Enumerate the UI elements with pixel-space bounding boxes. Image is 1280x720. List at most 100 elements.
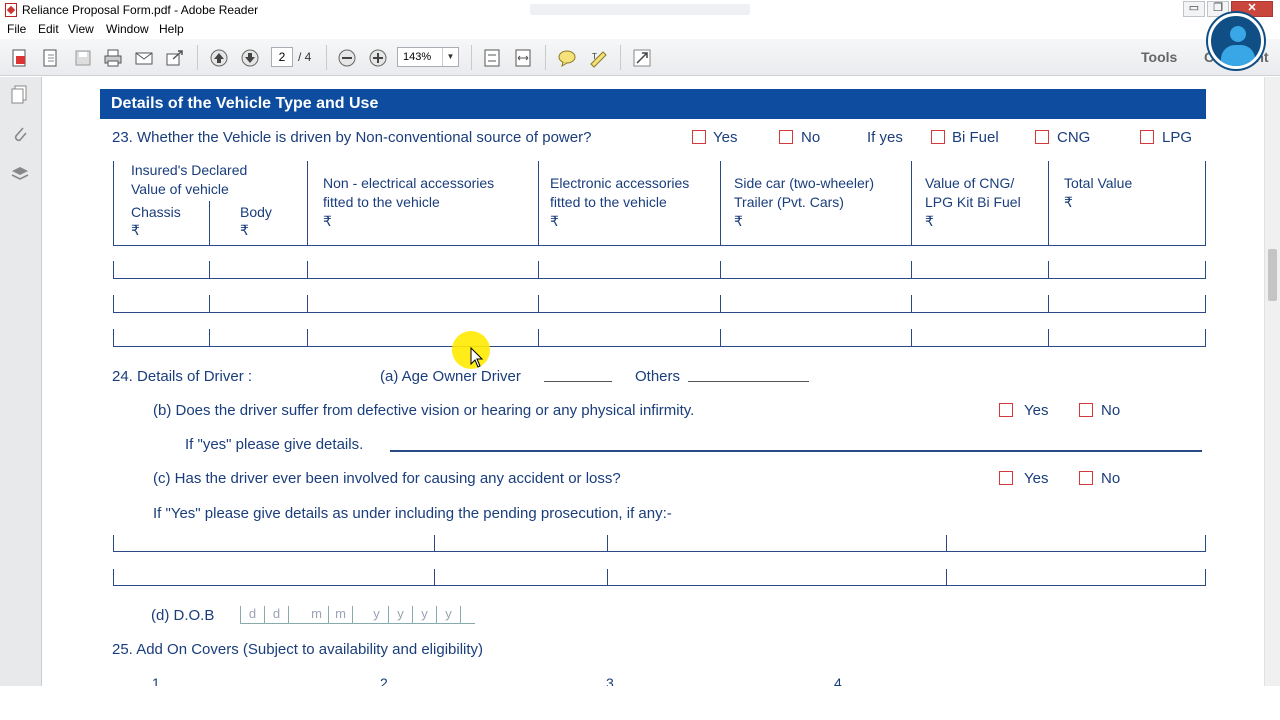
dob-label: (d) D.O.B (151, 607, 215, 624)
insured-header-2: Value of vehicle (131, 181, 229, 197)
q24b-details-field[interactable] (390, 450, 1202, 452)
next-page-icon[interactable] (239, 47, 261, 69)
bi-fuel-checkbox[interactable] (931, 130, 945, 144)
menu-help[interactable]: Help (159, 22, 184, 36)
q24c-no-checkbox[interactable] (1079, 471, 1093, 485)
menu-window[interactable]: Window (106, 22, 149, 36)
others-age-field[interactable] (688, 381, 809, 382)
q23-if-yes-label: If yes (867, 129, 903, 146)
fit-page-icon[interactable] (481, 47, 503, 69)
q23-yes-checkbox[interactable] (692, 130, 706, 144)
toolbar-divider (545, 45, 546, 70)
document-page[interactable]: Details of the Vehicle Type and Use 23. … (42, 77, 1264, 686)
elec-header-2: fitted to the vehicle (550, 194, 667, 210)
user-avatar-icon (1208, 13, 1264, 69)
add-on-col-4: 4 (834, 675, 842, 686)
chassis-header: Chassis (131, 204, 181, 220)
add-on-col-1: 1 (152, 675, 160, 686)
prev-page-icon[interactable] (208, 47, 230, 69)
q24c-no-label: No (1101, 470, 1121, 487)
svg-text:T: T (592, 52, 597, 61)
table-row[interactable] (113, 551, 1205, 552)
dob-month-2[interactable]: m (329, 606, 353, 624)
page-thumbnails-icon[interactable] (9, 83, 31, 105)
menu-view[interactable]: View (68, 22, 94, 36)
cng-value-header-2: LPG Kit Bi Fuel (925, 194, 1021, 210)
q23-no-label: No (801, 129, 821, 146)
title-bar: Reliance Proposal Form.pdf - Adobe Reade… (0, 0, 1280, 20)
q23-text: 23. Whether the Vehicle is driven by Non… (112, 129, 592, 146)
q24b-yes-checkbox[interactable] (999, 403, 1013, 417)
chevron-down-icon[interactable]: ▼ (442, 48, 458, 66)
rupee-symbol: ₹ (240, 222, 249, 238)
owner-driver-age-field[interactable] (544, 381, 612, 382)
menu-bar: File Edit View Window Help (0, 20, 1280, 39)
toolbar-divider (471, 45, 472, 70)
q24c-text: (c) Has the driver ever been involved fo… (153, 470, 621, 487)
tools-link[interactable]: Tools (1141, 49, 1177, 65)
bi-fuel-label: Bi Fuel (952, 129, 999, 146)
bottom-strip (0, 686, 1280, 720)
toolbar-divider (620, 45, 621, 70)
minimize-button[interactable]: ▭ (1183, 1, 1205, 17)
create-pdf-icon[interactable] (9, 47, 31, 69)
table-row[interactable] (113, 278, 1205, 279)
fit-width-icon[interactable] (512, 47, 534, 69)
add-on-col-3: 3 (606, 675, 614, 686)
highlight-text-icon[interactable]: T (587, 47, 609, 69)
scrollbar-thumb[interactable] (1268, 249, 1277, 301)
q24b-yes-label: Yes (1024, 402, 1049, 419)
menu-edit[interactable]: Edit (38, 22, 59, 36)
toolbar-divider (326, 45, 327, 70)
zoom-select[interactable]: 143% ▼ (397, 47, 459, 67)
dob-day-1[interactable]: d (241, 606, 265, 624)
q24b-no-label: No (1101, 402, 1121, 419)
q24c-yes-label: Yes (1024, 470, 1049, 487)
email-icon[interactable] (133, 47, 155, 69)
zoom-in-icon[interactable] (367, 47, 389, 69)
add-on-col-2: 2 (380, 675, 388, 686)
page-number-input[interactable]: 2 (271, 47, 293, 67)
others-label: Others (635, 368, 681, 385)
cng-value-header-1: Value of CNG/ (925, 175, 1015, 191)
elec-header-1: Electronic accessories (550, 175, 690, 191)
print-icon[interactable] (102, 47, 124, 69)
table-row[interactable] (113, 585, 1205, 586)
cng-label: CNG (1057, 129, 1091, 146)
q24c-details-label: If "Yes" please give details as under in… (153, 505, 672, 522)
rupee-symbol: ₹ (131, 222, 140, 238)
layers-icon[interactable] (9, 163, 31, 185)
sidecar-header-1: Side car (two-wheeler) (734, 175, 875, 191)
dob-day-2[interactable]: d (265, 606, 289, 624)
dob-year-4[interactable]: y (437, 606, 461, 624)
dob-year-1[interactable]: y (365, 606, 389, 624)
menu-file[interactable]: File (7, 22, 26, 36)
save-icon[interactable] (72, 47, 94, 69)
sticky-note-icon[interactable] (556, 47, 578, 69)
lpg-label: LPG (1162, 129, 1193, 146)
q24c-yes-checkbox[interactable] (999, 471, 1013, 485)
table-row[interactable] (113, 312, 1205, 313)
dob-year-3[interactable]: y (413, 606, 437, 624)
body-header: Body (240, 204, 272, 220)
insured-header-1: Insured's Declared (131, 162, 248, 178)
attachments-icon[interactable] (9, 123, 31, 145)
q24-title: 24. Details of Driver : (112, 368, 253, 385)
open-file-icon[interactable] (40, 47, 62, 69)
rupee-symbol: ₹ (550, 213, 559, 229)
vertical-scrollbar[interactable] (1264, 77, 1280, 686)
cng-checkbox[interactable] (1035, 130, 1049, 144)
sidecar-header-2: Trailer (Pvt. Cars) (734, 194, 844, 210)
toolbar-divider (197, 45, 198, 70)
share-icon[interactable] (164, 47, 186, 69)
zoom-out-icon[interactable] (336, 47, 358, 69)
adobe-reader-icon (5, 3, 17, 17)
lpg-checkbox[interactable] (1140, 130, 1154, 144)
dob-month-1[interactable]: m (305, 606, 329, 624)
expand-icon[interactable] (631, 47, 653, 69)
q24b-no-checkbox[interactable] (1079, 403, 1093, 417)
dob-year-2[interactable]: y (389, 606, 413, 624)
table-row[interactable] (113, 346, 1205, 347)
title-ghost (530, 4, 750, 15)
q23-no-checkbox[interactable] (779, 130, 793, 144)
